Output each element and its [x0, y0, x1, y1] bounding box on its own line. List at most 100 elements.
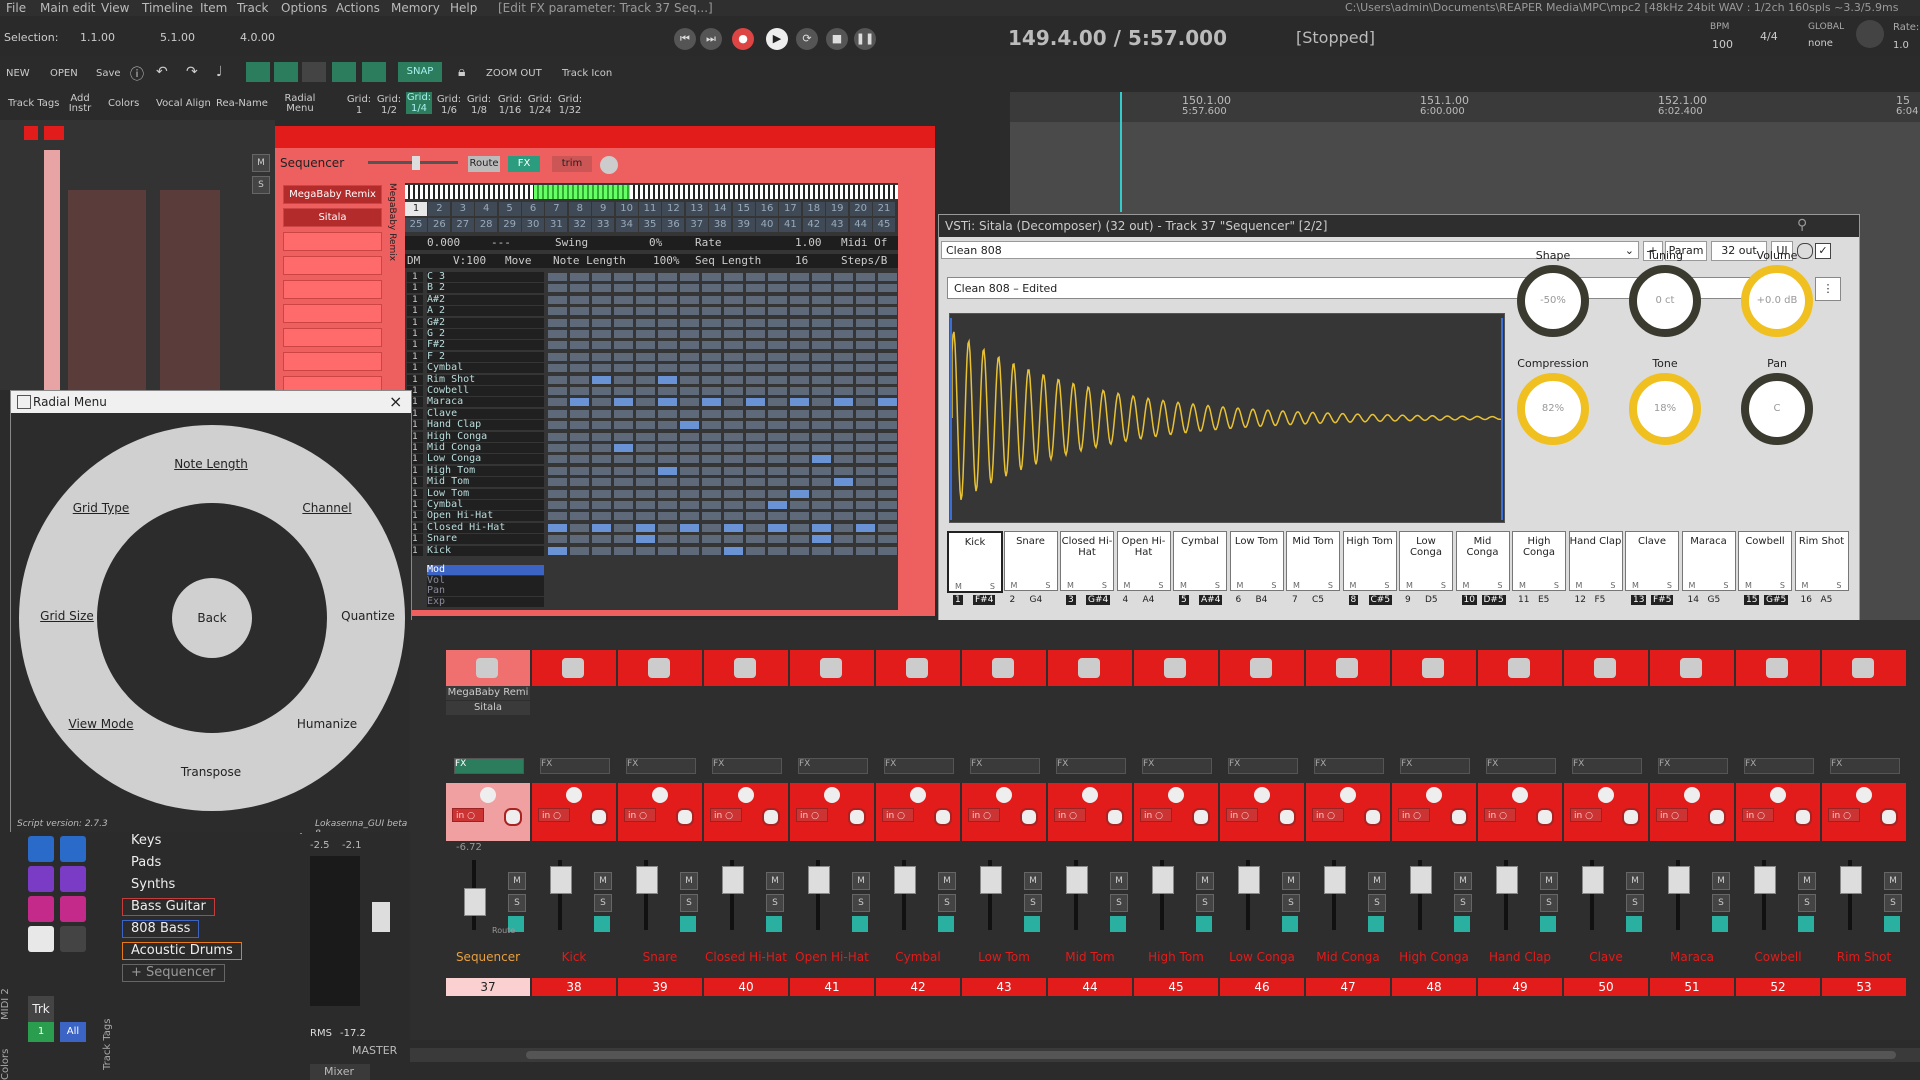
step-cell[interactable] [790, 512, 809, 521]
pad-mute[interactable]: M [1011, 581, 1018, 590]
step-cell[interactable] [570, 352, 589, 361]
step-cell[interactable] [636, 341, 655, 350]
step-cell[interactable] [548, 307, 567, 316]
solo-button[interactable]: S [938, 894, 956, 912]
step-number[interactable]: 43 [826, 218, 849, 232]
step-cell[interactable] [570, 387, 589, 395]
mute-button[interactable]: M [252, 154, 270, 172]
solo-button[interactable]: S [1196, 894, 1214, 912]
input-button[interactable]: in ○ [968, 808, 1000, 822]
step-cell[interactable] [592, 444, 611, 452]
step-cell[interactable] [790, 523, 809, 532]
step-cell[interactable] [658, 387, 677, 395]
env-icon[interactable] [1626, 916, 1642, 932]
step-number[interactable]: 32 [568, 218, 591, 232]
step-cell[interactable] [658, 398, 677, 407]
send-item[interactable]: Sitala [446, 701, 530, 715]
mixer-tab[interactable]: Mixer [310, 1064, 370, 1080]
vocal-align-button[interactable]: Vocal Align [156, 98, 211, 109]
step-cell[interactable] [812, 432, 831, 441]
fader-cap[interactable] [1754, 866, 1776, 894]
pad-solo[interactable]: S [1610, 581, 1615, 590]
step-cell[interactable] [878, 478, 897, 487]
step-cell[interactable] [790, 398, 809, 407]
step-number[interactable]: 33 [592, 218, 615, 232]
input-button[interactable]: in ○ [1054, 808, 1086, 822]
step-cell[interactable] [812, 512, 831, 521]
pad-hand-clap[interactable]: Hand Clap M S [1568, 531, 1623, 591]
env-icon[interactable] [1368, 916, 1384, 932]
step-cell[interactable] [658, 307, 677, 316]
radial-back-button[interactable]: Back [172, 578, 252, 658]
step-number[interactable]: 12 [662, 202, 685, 216]
redo-icon[interactable]: ↷ [186, 64, 198, 80]
step-cell[interactable] [746, 523, 765, 532]
step-cell[interactable] [812, 409, 831, 418]
seq-side-item[interactable]: Sitala [283, 208, 382, 227]
step-cell[interactable] [636, 318, 655, 327]
step-cell[interactable] [856, 284, 875, 293]
route-label[interactable]: Route [492, 926, 515, 935]
step-cell[interactable] [658, 330, 677, 338]
open-button[interactable]: OPEN [50, 68, 78, 79]
step-cell[interactable] [834, 444, 853, 452]
pad-solo[interactable]: S [1497, 581, 1502, 590]
step-number[interactable]: 38 [709, 218, 732, 232]
step-cell[interactable] [724, 421, 743, 430]
step-cell[interactable] [702, 330, 721, 338]
seq-row-label[interactable]: Closed Hi-Hat [427, 522, 544, 533]
solo-button[interactable]: S [1540, 894, 1558, 912]
step-cell[interactable] [658, 295, 677, 304]
mute-button[interactable]: M [680, 872, 698, 890]
route-button[interactable]: Route [468, 156, 500, 172]
step-number[interactable]: 27 [451, 218, 474, 232]
step-cell[interactable] [570, 501, 589, 509]
step-number[interactable]: 9 [592, 202, 615, 216]
mute-button[interactable]: M [1626, 872, 1644, 890]
step-cell[interactable] [746, 409, 765, 418]
time-signature[interactable]: 4/4 [1760, 30, 1778, 43]
step-cell[interactable] [768, 352, 787, 361]
step-cell[interactable] [856, 295, 875, 304]
step-cell[interactable] [636, 421, 655, 430]
pan-knob[interactable] [1426, 787, 1442, 803]
step-cell[interactable] [570, 307, 589, 316]
input-button[interactable]: in ○ [796, 808, 828, 822]
step-cell[interactable] [592, 535, 611, 544]
step-number[interactable]: 14 [709, 202, 732, 216]
step-cell[interactable] [812, 523, 831, 532]
step-cell[interactable] [724, 512, 743, 521]
pad-mute[interactable]: M [1519, 581, 1526, 590]
steps-value[interactable]: Steps/B [841, 254, 887, 267]
step-cell[interactable] [614, 512, 633, 521]
step-cell[interactable] [680, 535, 699, 544]
step-cell[interactable] [856, 501, 875, 509]
step-cell[interactable] [790, 273, 809, 281]
env-icon[interactable] [1282, 916, 1298, 932]
pan-knob[interactable] [480, 787, 496, 803]
step-cell[interactable] [878, 546, 897, 555]
step-number[interactable]: 34 [615, 218, 638, 232]
color-swatch[interactable] [60, 866, 86, 892]
env-icon[interactable] [1712, 916, 1728, 932]
step-cell[interactable] [680, 352, 699, 361]
pan-knob[interactable] [910, 787, 926, 803]
step-cell[interactable] [614, 341, 633, 350]
strip-icon-area[interactable] [1478, 650, 1562, 686]
rate-param-value[interactable]: 1.00 [795, 236, 822, 249]
step-cell[interactable] [702, 341, 721, 350]
step-cell[interactable] [812, 341, 831, 350]
step-cell[interactable] [680, 284, 699, 293]
step-cell[interactable] [592, 364, 611, 373]
step-cell[interactable] [548, 432, 567, 441]
seq-row-label[interactable]: Snare [427, 534, 544, 545]
solo-button[interactable]: S [1282, 894, 1300, 912]
lane-label[interactable]: Exp [427, 596, 544, 607]
color-swatch[interactable] [28, 866, 54, 892]
tag--sequencer[interactable]: + Sequencer [122, 964, 225, 982]
knob-shape[interactable]: -50% [1517, 265, 1589, 337]
pad-low-conga[interactable]: Low Conga M S [1399, 531, 1453, 591]
step-cell[interactable] [856, 273, 875, 281]
step-number[interactable]: 39 [732, 218, 755, 232]
menu-item[interactable]: Item [200, 1, 227, 15]
